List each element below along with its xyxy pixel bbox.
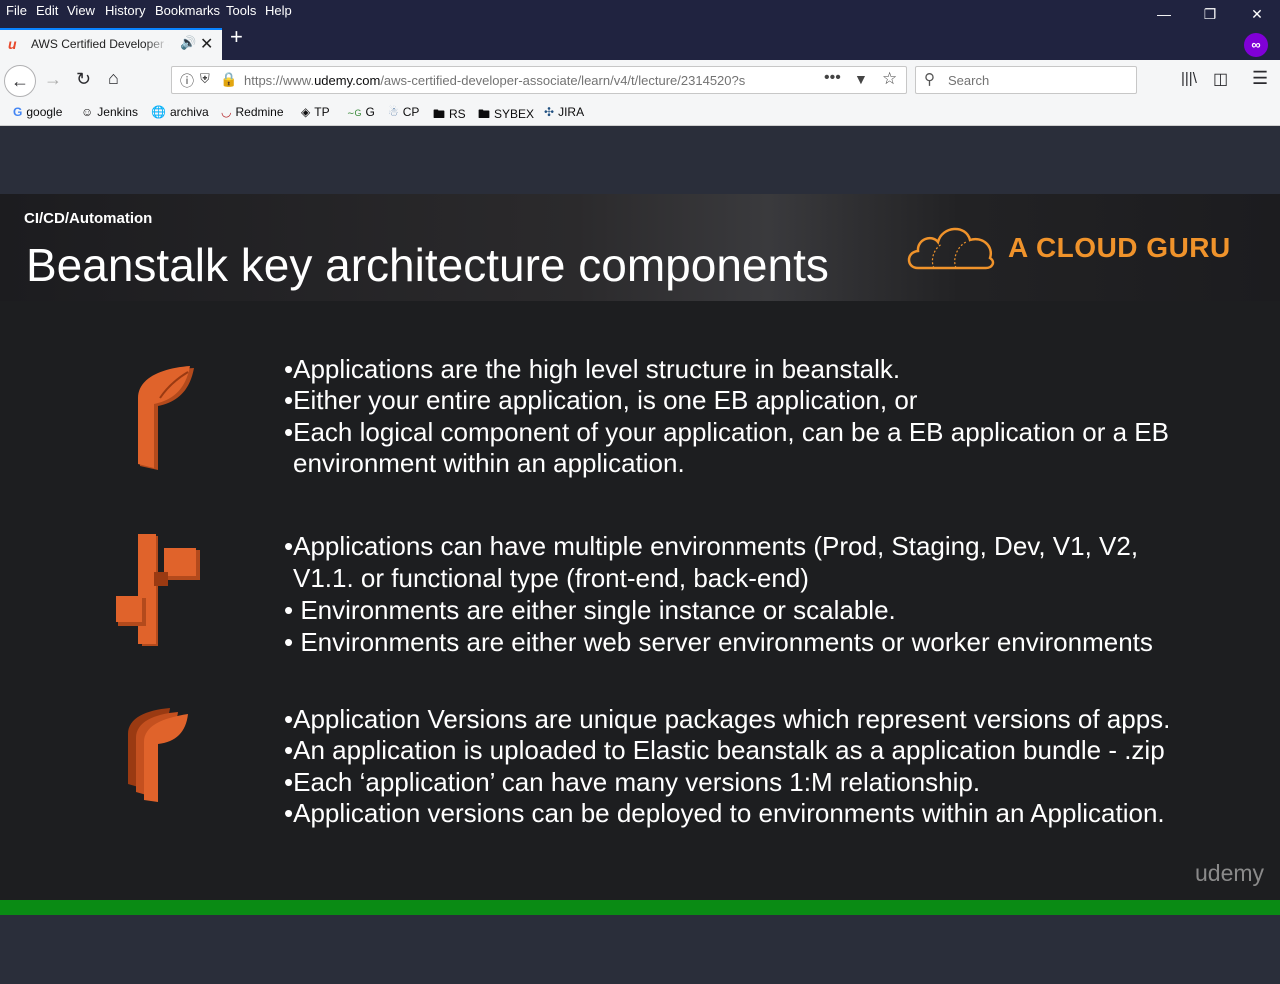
- menu-help[interactable]: Help: [265, 3, 292, 18]
- beanstalk-versions-icon: [128, 708, 188, 802]
- bookmark-redmine[interactable]: ◡ Redmine: [221, 105, 284, 119]
- bullet-line: •Applications are the high level structu…: [284, 354, 901, 384]
- slide-title: Beanstalk key architecture components: [26, 239, 829, 291]
- menu-tools[interactable]: Tools: [226, 3, 256, 18]
- folder-icon: 🖿: [478, 107, 491, 121]
- bookmark-jira[interactable]: ✣ JIRA: [544, 105, 584, 119]
- bookmarks-toolbar: Ggoogle ☺ Jenkins 🌐 archiva ◡ Redmine ◈ TP ∼…: [0, 102, 1280, 126]
- video-letterbox-top: [0, 126, 1280, 194]
- library-icon[interactable]: |||\: [1181, 70, 1197, 87]
- bullet-line: • Environments are either single instanc…: [284, 595, 896, 625]
- bullet-line: V1.1. or functional type (front-end, bac…: [293, 563, 809, 593]
- pocket-icon[interactable]: ▼: [854, 71, 868, 87]
- bookmark-tp[interactable]: ◈ TP: [301, 105, 330, 119]
- private-browsing-icon: ∞: [1244, 33, 1268, 57]
- udemy-watermark: udemy: [1195, 860, 1265, 886]
- lecture-video-slide[interactable]: CI/CD/Automation Beanstalk key architect…: [0, 194, 1280, 900]
- bullet-line: •Applications can have multiple environm…: [284, 531, 1139, 561]
- bullet-line: •Each logical component of your applicat…: [284, 416, 1169, 447]
- jira-icon: ✣: [544, 105, 555, 119]
- beanstalk-environment-icon: [116, 534, 200, 646]
- gerrit-icon: ∼G: [347, 108, 362, 118]
- url-bar[interactable]: ⓘ ⛨ 🔒 https://www.udemy.com/aws-certifie…: [171, 66, 907, 94]
- reload-button[interactable]: ↻: [76, 69, 91, 90]
- bullet-line: environment within an application.: [293, 447, 685, 478]
- speaker-icon[interactable]: 🔊: [180, 35, 196, 51]
- page-actions-icon[interactable]: •••: [824, 69, 841, 87]
- jenkins-icon: ☺: [81, 105, 94, 119]
- bullet-block-versions: •Application Versions are unique package…: [284, 704, 1170, 829]
- forward-button[interactable]: →: [44, 69, 62, 90]
- search-bar[interactable]: ⚲ Search: [915, 66, 1137, 94]
- back-button[interactable]: ←: [4, 65, 36, 97]
- bullet-line: •Application Versions are unique package…: [284, 704, 1171, 734]
- search-placeholder: Search: [948, 73, 990, 88]
- globe-icon: 🌐: [151, 105, 166, 119]
- menu-bar: File Edit View History Bookmarks Tools H…: [0, 0, 1280, 22]
- bullet-line: •An application is uploaded to Elastic b…: [284, 735, 1165, 766]
- bullet-line: •Either your entire application, is one …: [284, 385, 918, 416]
- udemy-favicon-icon: u: [8, 36, 17, 52]
- cloud-guru-logo-icon: [907, 227, 995, 270]
- sidebar-icon[interactable]: ◫: [1213, 69, 1228, 89]
- tab-active[interactable]: u AWS Certified Developer - A 🔊 ✕: [0, 28, 222, 60]
- bookmark-star-icon[interactable]: ☆: [882, 69, 897, 89]
- menu-view[interactable]: View: [67, 3, 95, 18]
- info-icon[interactable]: ⓘ: [180, 71, 194, 91]
- redmine-icon: ◡: [221, 105, 232, 119]
- menu-file[interactable]: File: [6, 3, 27, 18]
- navigation-toolbar: ← → ↻ ⌂ ⓘ ⛨ 🔒 https://www.udemy.com/aws-…: [0, 60, 1280, 102]
- bookmark-archiva[interactable]: 🌐 archiva: [151, 105, 209, 119]
- bullet-line: •Each ‘application’ can have many versio…: [284, 766, 981, 797]
- menu-history[interactable]: History: [105, 3, 145, 18]
- tab-bar: u AWS Certified Developer - A 🔊 ✕ + ∞: [0, 22, 1280, 60]
- close-tab-icon[interactable]: ✕: [200, 34, 213, 54]
- url-text[interactable]: https://www.udemy.com/aws-certified-deve…: [244, 73, 789, 88]
- menu-hamburger-icon[interactable]: ☰: [1252, 68, 1268, 89]
- bookmark-cp[interactable]: ☃ CP: [388, 105, 419, 119]
- slide-header: CI/CD/Automation Beanstalk key architect…: [0, 194, 1280, 301]
- new-tab-button[interactable]: +: [230, 24, 243, 50]
- tab-title: AWS Certified Developer - A: [31, 37, 169, 51]
- search-icon: ⚲: [924, 71, 935, 88]
- tracking-shield-icon[interactable]: ⛨: [200, 71, 210, 87]
- beanstalk-application-icon: [138, 366, 194, 470]
- video-progress-bar[interactable]: [0, 900, 1280, 915]
- bullet-block-applications: •Applications are the high level structu…: [284, 354, 1169, 479]
- bullet-line: • Environments are either web server env…: [284, 627, 1153, 657]
- lock-icon[interactable]: 🔒: [220, 71, 237, 88]
- bookmark-sybex[interactable]: 🖿 SYBEX: [478, 105, 534, 126]
- diamond-icon: ◈: [301, 105, 311, 119]
- menu-bookmarks[interactable]: Bookmarks: [155, 3, 220, 18]
- home-button[interactable]: ⌂: [108, 68, 119, 89]
- bookmark-g[interactable]: ∼G G: [347, 105, 375, 119]
- cloud-guru-logo-text: A CLOUD GURU: [1008, 232, 1231, 263]
- menu-edit[interactable]: Edit: [36, 3, 58, 18]
- google-icon: G: [13, 105, 23, 119]
- bookmark-jenkins[interactable]: ☺ Jenkins: [81, 105, 138, 119]
- video-letterbox-bottom: [0, 915, 1280, 984]
- bookmark-google[interactable]: Ggoogle: [13, 105, 62, 119]
- slide-breadcrumb: CI/CD/Automation: [24, 210, 153, 227]
- bullet-line: •Application versions can be deployed to…: [284, 797, 1165, 828]
- folder-icon: 🖿: [433, 107, 446, 121]
- bookmark-rs[interactable]: 🖿 RS: [433, 105, 466, 126]
- cp-icon: ☃: [388, 105, 399, 119]
- bullet-block-environments: •Applications can have multiple environm…: [284, 530, 1153, 658]
